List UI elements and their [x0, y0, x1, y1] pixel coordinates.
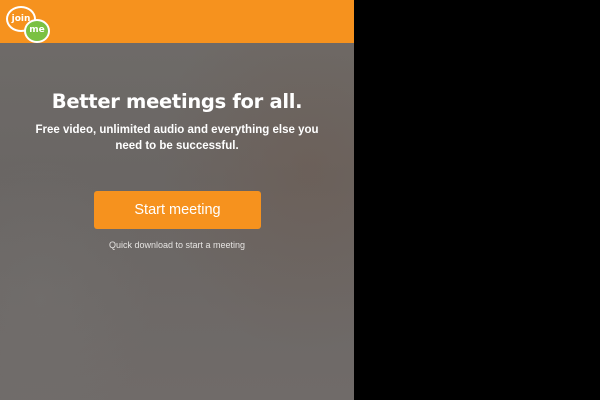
start-meeting-button[interactable]: Start meeting [94, 191, 261, 229]
join-me-logo-icon[interactable]: join me [4, 4, 50, 43]
top-bar: join me [0, 0, 354, 43]
hero-subtitle: Free video, unlimited audio and everythi… [35, 124, 319, 152]
logo-me-bubble: me [24, 19, 50, 43]
browser-viewport: join me Better meetings for all. Free vi… [0, 0, 354, 400]
download-note: Quick download to start a meeting [108, 240, 246, 250]
hero-title: Better meetings for all. [51, 90, 303, 113]
blank-area [354, 0, 600, 400]
